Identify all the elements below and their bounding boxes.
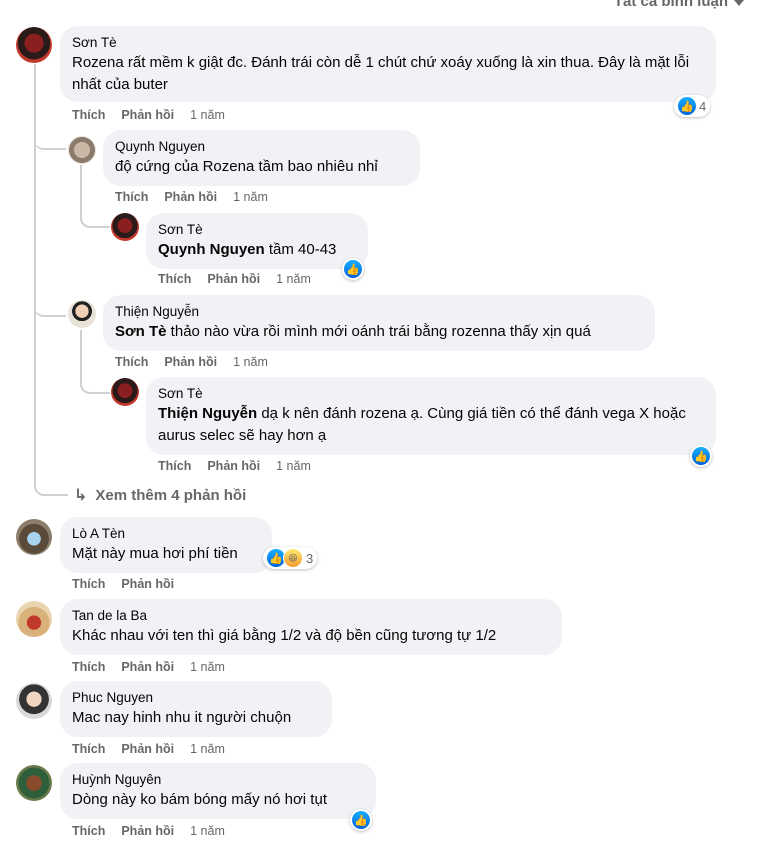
timestamp[interactable]: 1 năm [190, 108, 225, 122]
like-button[interactable]: Thích [72, 577, 105, 591]
view-more-replies-label: Xem thêm 4 phản hồi [95, 486, 247, 504]
reply-arrow-icon: ↳ [74, 487, 88, 504]
comment-bubble: Thiện Nguyễn Sơn Tè thảo nào vừa rồi mìn… [103, 295, 655, 351]
reaction-summary[interactable]: 👍 [342, 258, 364, 280]
comment-text: Rozena rất mềm k giật đc. Đánh trái còn … [72, 54, 690, 93]
commenter-name[interactable]: Sơn Tè [72, 34, 704, 52]
comment-text: thảo nào vừa rồi mình mới oánh trái bằng… [166, 323, 591, 340]
avatar[interactable] [16, 519, 52, 555]
avatar[interactable] [111, 213, 139, 241]
avatar[interactable] [68, 136, 96, 164]
commenter-name[interactable]: Tan de la Ba [72, 607, 550, 625]
timestamp[interactable]: 1 năm [190, 660, 225, 674]
like-reaction-icon: 👍 [692, 447, 710, 465]
reaction-count: 4 [699, 98, 707, 114]
comment-bubble: Tan de la Ba Khác nhau với ten thì giá b… [60, 599, 562, 655]
reply-button[interactable]: Phản hồi [207, 459, 260, 473]
reply-button[interactable]: Phản hồi [121, 660, 174, 674]
reaction-summary[interactable]: 👍 [690, 445, 712, 467]
like-button[interactable]: Thích [115, 355, 148, 369]
like-reaction-icon: 👍 [344, 260, 362, 278]
comment-text: độ cứng của Rozena tầm bao nhiêu nhỉ [115, 158, 378, 175]
comment-actions: Thích Phản hồi 1 năm [158, 459, 311, 473]
commenter-name[interactable]: Phuc Nguyen [72, 689, 320, 707]
comment-actions: Thích Phản hồi 1 năm [72, 742, 225, 756]
commenter-name[interactable]: Lò A Tèn [72, 525, 260, 543]
like-button[interactable]: Thích [158, 272, 191, 286]
timestamp[interactable]: 1 năm [233, 190, 268, 204]
avatar[interactable] [16, 765, 52, 801]
chevron-down-icon [734, 0, 744, 6]
reply-button[interactable]: Phản hồi [121, 824, 174, 838]
like-reaction-icon: 👍 [678, 97, 696, 115]
avatar[interactable] [16, 601, 52, 637]
reply-button[interactable]: Phản hồi [164, 355, 217, 369]
commenter-name[interactable]: Sơn Tè [158, 385, 704, 403]
comment-bubble: Sơn Tè Quynh Nguyen tầm 40-43 [146, 213, 368, 269]
reply-button[interactable]: Phản hồi [121, 742, 174, 756]
commenter-name[interactable]: Huỳnh Nguyên [72, 771, 364, 789]
comment-text: Mặt này mua hơi phí tiền [72, 545, 238, 562]
like-button[interactable]: Thích [72, 660, 105, 674]
comment-bubble: Phuc Nguyen Mac nay hinh nhu it người ch… [60, 681, 332, 737]
like-button[interactable]: Thích [72, 824, 105, 838]
comment-actions: Thích Phản hồi 1 năm [158, 272, 311, 286]
comment-text: Dòng này ko bám bóng mấy nó hơi tụt [72, 791, 327, 808]
mention-link[interactable]: Quynh Nguyen [158, 241, 265, 258]
reaction-count: 3 [306, 550, 314, 566]
reply-button[interactable]: Phản hồi [121, 577, 174, 591]
comment-actions: Thích Phản hồi 1 năm [72, 660, 225, 674]
avatar[interactable] [16, 683, 52, 719]
thread-branch [34, 470, 68, 496]
timestamp[interactable]: 1 năm [276, 272, 311, 286]
like-button[interactable]: Thích [115, 190, 148, 204]
avatar[interactable] [16, 27, 52, 63]
comment-text: Khác nhau với ten thì giá bằng 1/2 và độ… [72, 627, 497, 644]
reaction-summary[interactable]: 👍 4 [674, 95, 711, 117]
comment-actions: Thích Phản hồi 1 năm [72, 824, 225, 838]
like-button[interactable]: Thích [158, 459, 191, 473]
comment-bubble: Lò A Tèn Mặt này mua hơi phí tiền [60, 517, 272, 573]
comment-bubble: Sơn Tè Thiện Nguyễn dạ k nên đánh rozena… [146, 377, 716, 455]
thread-branch [80, 190, 110, 228]
thread-branch [34, 300, 66, 317]
reaction-summary[interactable]: 👍 [350, 809, 372, 831]
reply-button[interactable]: Phản hồi [164, 190, 217, 204]
timestamp[interactable]: 1 năm [276, 459, 311, 473]
commenter-name[interactable]: Thiện Nguyễn [115, 303, 643, 321]
commenter-name[interactable]: Sơn Tè [158, 221, 356, 239]
commenter-name[interactable]: Quynh Nguyen [115, 138, 408, 156]
comment-text: tầm 40-43 [264, 241, 337, 258]
avatar[interactable] [68, 300, 96, 328]
reply-button[interactable]: Phản hồi [121, 108, 174, 122]
avatar[interactable] [111, 378, 139, 406]
comment-bubble: Quynh Nguyen độ cứng của Rozena tầm bao … [103, 130, 420, 186]
comment-bubble: Sơn Tè Rozena rất mềm k giật đc. Đánh tr… [60, 26, 716, 102]
timestamp[interactable]: 1 năm [233, 355, 268, 369]
like-reaction-icon: 👍 [352, 811, 370, 829]
comment-actions: Thích Phản hồi [72, 577, 174, 591]
view-more-replies-link[interactable]: ↳ Xem thêm 4 phản hồi [74, 485, 246, 505]
comment-sort-dropdown[interactable]: Tất cả bình luận [614, 0, 744, 10]
timestamp[interactable]: 1 năm [190, 742, 225, 756]
comment-text: Mac nay hinh nhu it người chuộn [72, 709, 292, 726]
mention-link[interactable]: Sơn Tè [115, 323, 167, 340]
thread-line [34, 64, 36, 484]
like-button[interactable]: Thích [72, 108, 105, 122]
haha-reaction-icon: 😆 [283, 548, 303, 568]
comment-actions: Thích Phản hồi 1 năm [115, 190, 268, 204]
comment-actions: Thích Phản hồi 1 năm [72, 108, 225, 122]
mention-link[interactable]: Thiện Nguyễn [158, 405, 257, 422]
thread-branch [80, 355, 110, 394]
comment-actions: Thích Phản hồi 1 năm [115, 355, 268, 369]
comment-bubble: Huỳnh Nguyên Dòng này ko bám bóng mấy nó… [60, 763, 376, 819]
reply-button[interactable]: Phản hồi [207, 272, 260, 286]
thread-branch [34, 130, 66, 150]
like-button[interactable]: Thích [72, 742, 105, 756]
timestamp[interactable]: 1 năm [190, 824, 225, 838]
sort-label: Tất cả bình luận [613, 0, 728, 10]
reaction-summary[interactable]: 👍 😆 3 [263, 547, 318, 569]
